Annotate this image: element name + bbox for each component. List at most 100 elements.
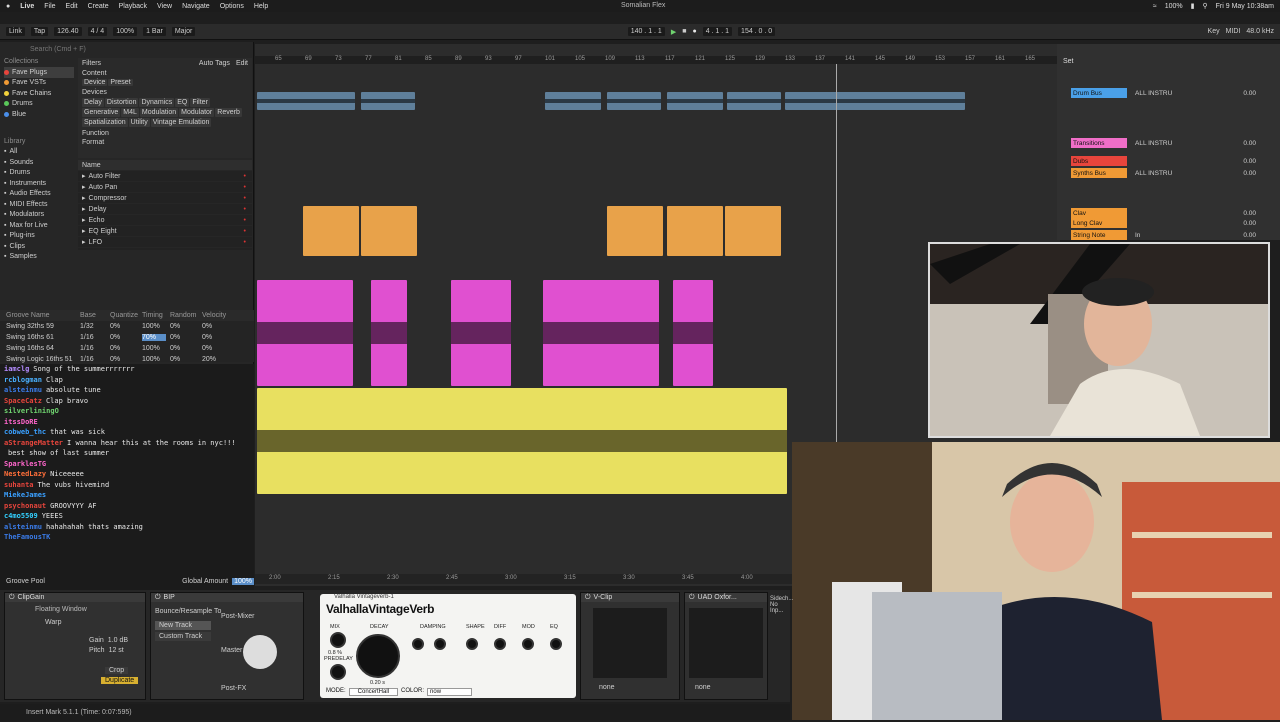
groove-base[interactable]: 1/32 <box>80 323 106 330</box>
device-chip[interactable]: M4L <box>121 108 139 117</box>
audio-clip[interactable] <box>607 92 661 110</box>
collection-item[interactable]: Blue <box>4 109 74 120</box>
track-volume[interactable]: 0.00 <box>1243 90 1256 97</box>
mixer-track-row[interactable]: String Note In 0.00 <box>1057 230 1280 240</box>
library-item[interactable]: ▪ Max for Live <box>4 220 74 231</box>
device-chip[interactable]: Modulation <box>139 108 179 117</box>
gain-value[interactable]: 1.0 dB <box>108 637 128 644</box>
quantize-select[interactable]: 1 Bar <box>143 27 166 36</box>
groove-quant[interactable]: 0% <box>110 345 138 352</box>
audio-clip[interactable] <box>607 206 663 256</box>
device-chip[interactable]: Dynamics <box>139 98 175 107</box>
filters-label[interactable]: Filters <box>82 60 101 67</box>
browser-search[interactable]: Search (Cmd + F) <box>30 46 86 53</box>
menu-file[interactable]: File <box>44 3 55 10</box>
track-input[interactable]: ALL INSTRU <box>1135 170 1172 177</box>
mixer-track-row[interactable]: Clav 0.00 <box>1057 208 1280 218</box>
groove-row[interactable]: Swing 32ths 59 1/32 0% 100% 0% 0% <box>0 321 254 332</box>
midi-button[interactable]: MIDI <box>1226 28 1241 35</box>
device-chip[interactable]: Modulator <box>179 108 215 117</box>
file-row[interactable]: ▸ LFO • <box>78 237 252 248</box>
menu-live[interactable]: Live <box>20 3 34 10</box>
track-volume[interactable]: 0.00 <box>1243 140 1256 147</box>
groove-vel[interactable]: 0% <box>202 323 228 330</box>
track-volume[interactable]: 0.00 <box>1243 158 1256 165</box>
menu-options[interactable]: Options <box>220 3 244 10</box>
file-row[interactable]: ▸ Echo • <box>78 215 252 226</box>
groove-vel[interactable]: 0% <box>202 334 228 341</box>
groove-row[interactable]: Swing 16ths 61 1/16 0% 70% 0% 0% <box>0 332 254 343</box>
audio-clip[interactable] <box>303 206 359 256</box>
time-signature[interactable]: 4 / 4 <box>87 27 108 36</box>
link-button[interactable]: Link <box>6 27 25 36</box>
loop-start[interactable]: 4 . 1 . 1 <box>702 27 733 36</box>
battery-icon[interactable]: ▮ <box>1191 2 1195 10</box>
device-chip[interactable]: Utility <box>128 118 150 127</box>
file-row[interactable]: ▸ Auto Pan • <box>78 182 252 193</box>
groove-timing[interactable]: 100% <box>142 323 166 330</box>
file-row[interactable]: ▸ Delay • <box>78 204 252 215</box>
library-item[interactable]: ▪ Drums <box>4 168 74 179</box>
warp-label[interactable]: Warp <box>5 617 145 628</box>
audio-clip[interactable] <box>667 206 723 256</box>
groove-random[interactable]: 0% <box>170 334 198 341</box>
beat-ruler[interactable]: 65 69 73 77 81 85 89 93 97 101 105 109 113 117 121 125 1… <box>255 56 1060 64</box>
menu-view[interactable]: View <box>157 3 172 10</box>
audio-clip[interactable] <box>673 280 713 386</box>
damping-high-knob[interactable] <box>412 638 424 650</box>
mixer-track-row[interactable]: Dubs 0.00 <box>1057 156 1280 166</box>
device-chip[interactable]: Generative <box>82 108 121 117</box>
audio-clip[interactable] <box>257 388 787 494</box>
library-item[interactable]: ▪ Modulators <box>4 210 74 221</box>
track-input[interactable]: In <box>1135 232 1140 239</box>
track-volume[interactable]: 0.00 <box>1243 232 1256 239</box>
library-item[interactable]: ▪ Sounds <box>4 157 74 168</box>
library-item[interactable]: ▪ Samples <box>4 252 74 263</box>
song-position[interactable]: 140 . 1 . 1 <box>627 27 665 36</box>
track-input[interactable]: ALL INSTRU <box>1135 140 1172 147</box>
uad-input-select[interactable]: none <box>685 684 767 691</box>
duplicate-button[interactable]: Duplicate <box>101 677 139 684</box>
mix-knob[interactable] <box>330 632 346 648</box>
tempo-field[interactable]: 126.40 <box>54 27 82 36</box>
groove-quant[interactable]: 0% <box>110 334 138 341</box>
groove-row[interactable]: Swing 16ths 64 1/16 0% 100% 0% 0% <box>0 343 254 354</box>
collection-item[interactable]: Fave Plugs <box>4 67 74 78</box>
device-chip[interactable]: Reverb <box>215 108 242 117</box>
audio-clip[interactable] <box>451 280 511 386</box>
device-chip[interactable]: Vintage Emulation <box>150 118 212 127</box>
collection-item[interactable]: Fave VSTs <box>4 78 74 89</box>
power-icon[interactable]: ⏻ <box>585 594 591 602</box>
set-button[interactable]: Set <box>1063 58 1074 65</box>
key-scale[interactable]: Major <box>171 27 196 36</box>
groove-vel[interactable]: 20% <box>202 356 228 363</box>
record-icon[interactable]: ● <box>692 28 696 35</box>
collection-item[interactable]: Drums <box>4 99 74 110</box>
apple-icon[interactable]: ● <box>6 3 10 10</box>
track-volume[interactable]: 0.00 <box>1243 170 1256 177</box>
groove-random[interactable]: 0% <box>170 323 198 330</box>
zoom-level[interactable]: 100% <box>113 27 138 36</box>
stop-icon[interactable]: ■ <box>682 28 686 35</box>
audio-clip[interactable] <box>785 92 965 110</box>
device-chip[interactable]: EQ <box>175 98 190 107</box>
tap-button[interactable]: Tap <box>30 27 49 36</box>
groove-timing[interactable]: 100% <box>142 345 166 352</box>
file-row[interactable]: ▸ Auto Filter • <box>78 171 252 182</box>
mixer-track-row[interactable]: Long Clav 0.00 <box>1057 218 1280 228</box>
audio-clip[interactable] <box>361 206 417 256</box>
groove-random[interactable]: 0% <box>170 345 198 352</box>
device-chip[interactable]: Filter <box>190 98 210 107</box>
library-item[interactable]: ▪ MIDI Effects <box>4 199 74 210</box>
menu-playback[interactable]: Playback <box>119 3 147 10</box>
audio-clip[interactable] <box>543 280 659 386</box>
predelay-knob[interactable] <box>330 664 346 680</box>
audio-clip[interactable] <box>545 92 601 110</box>
audio-clip[interactable] <box>725 206 781 256</box>
device-title[interactable]: ⏻ ClipGain <box>5 593 145 602</box>
key-button[interactable]: Key <box>1208 28 1220 35</box>
audio-clip[interactable] <box>371 280 407 386</box>
audio-clip[interactable] <box>667 92 723 110</box>
diff-knob[interactable] <box>494 638 506 650</box>
device-title[interactable]: ⏻ V-Clip <box>581 593 679 602</box>
